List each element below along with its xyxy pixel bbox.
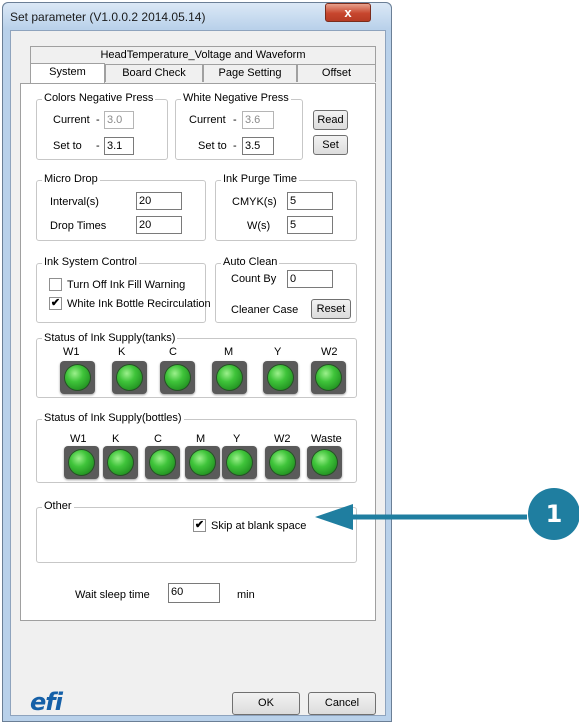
ok-button[interactable]: OK — [232, 692, 300, 715]
read-button[interactable]: Read — [313, 110, 348, 130]
colors-current-sep: - — [96, 114, 100, 126]
white-negative-press-title: White Negative Press — [181, 92, 291, 104]
tab-offset[interactable]: Offset — [297, 64, 376, 82]
bottle-label-waste: Waste — [311, 433, 342, 445]
tab-board-check[interactable]: Board Check — [105, 64, 203, 82]
bottle-label-k: K — [112, 433, 120, 445]
wait-sleep-time-field[interactable]: 60 — [168, 583, 220, 603]
colors-current-field: 3.0 — [104, 111, 134, 129]
other-title: Other — [42, 500, 74, 512]
bottle-label-y: Y — [233, 433, 241, 445]
drop-times-field[interactable]: 20 — [136, 216, 182, 234]
ink-system-control-title: Ink System Control — [42, 256, 139, 268]
tank-label-w2: W2 — [321, 346, 338, 358]
tank-status-led-c — [164, 364, 191, 391]
bottle-status-led-w1 — [68, 449, 95, 476]
bottle-status-led-c — [149, 449, 176, 476]
auto-clean-title: Auto Clean — [221, 256, 280, 268]
white-current-label: Current — [189, 114, 226, 126]
ink-supply-bottles-title: Status of Ink Supply(bottles) — [42, 412, 184, 424]
white-setto-sep: - — [233, 140, 237, 152]
count-by-label: Count By — [231, 273, 277, 285]
w-field[interactable]: 5 — [287, 216, 333, 234]
colors-setto-label: Set to — [53, 140, 82, 152]
bottle-label-c: C — [154, 433, 162, 445]
bottle-status-led-y — [226, 449, 253, 476]
wait-sleep-time-label: Wait sleep time — [75, 589, 150, 601]
bottle-label-w1: W1 — [70, 433, 87, 445]
fill-warning-checkbox[interactable] — [49, 278, 62, 291]
tab-head-temperature[interactable]: HeadTemperature_Voltage and Waveform — [30, 46, 376, 64]
w-label: W(s) — [247, 220, 271, 232]
cleaner-case-label: Cleaner Case — [231, 304, 299, 316]
skip-blank-space-checkbox[interactable]: ✔ — [193, 519, 206, 532]
set-button[interactable]: Set — [313, 135, 348, 155]
window-title: Set parameter (V1.0.0.2 2014.05.14) — [10, 10, 206, 24]
colors-setto-sep: - — [96, 140, 100, 152]
close-button[interactable]: x — [325, 3, 371, 22]
ink-supply-tanks-title: Status of Ink Supply(tanks) — [42, 332, 178, 344]
bottle-label-w2: W2 — [274, 433, 291, 445]
tank-status-led-m — [216, 364, 243, 391]
fill-warning-label: Turn Off Ink Fill Warning — [67, 279, 186, 291]
white-current-sep: - — [233, 114, 237, 126]
ink-purge-time-title: Ink Purge Time — [221, 173, 299, 185]
other-group — [36, 507, 357, 563]
bottle-status-led-w2 — [269, 449, 296, 476]
cancel-button[interactable]: Cancel — [308, 692, 376, 715]
skip-blank-space-label: Skip at blank space — [211, 520, 307, 532]
tank-label-m: M — [224, 346, 234, 358]
cmyk-field[interactable]: 5 — [287, 192, 333, 210]
count-by-field[interactable]: 0 — [287, 270, 333, 288]
tank-label-w1: W1 — [63, 346, 80, 358]
tank-label-c: C — [169, 346, 177, 358]
reset-button[interactable]: Reset — [311, 299, 351, 319]
drop-times-label: Drop Times — [50, 220, 107, 232]
colors-current-label: Current — [53, 114, 90, 126]
callout-arrow-icon — [315, 504, 527, 530]
bottle-status-led-waste — [311, 449, 338, 476]
recirculation-label: White Ink Bottle Recirculation — [67, 298, 211, 310]
ink-purge-time-group — [215, 180, 357, 241]
tank-label-y: Y — [274, 346, 282, 358]
tank-status-led-y — [267, 364, 294, 391]
white-current-field: 3.6 — [242, 111, 274, 129]
interval-field[interactable]: 20 — [136, 192, 182, 210]
efi-logo: efi — [30, 688, 63, 716]
tank-status-led-w2 — [315, 364, 342, 391]
cmyk-label: CMYK(s) — [232, 196, 277, 208]
bottle-label-m: M — [196, 433, 206, 445]
recirculation-checkbox[interactable]: ✔ — [49, 297, 62, 310]
white-setto-field[interactable]: 3.5 — [242, 137, 274, 155]
tank-status-led-k — [116, 364, 143, 391]
bottle-status-led-m — [189, 449, 216, 476]
colors-negative-press-title: Colors Negative Press — [42, 92, 156, 104]
tank-status-led-w1 — [64, 364, 91, 391]
bottle-status-led-k — [107, 449, 134, 476]
tank-label-k: K — [118, 346, 126, 358]
white-setto-label: Set to — [198, 140, 227, 152]
white-negative-press-group — [175, 99, 303, 160]
callout-number-badge: 1 — [528, 488, 579, 540]
ink-system-control-group — [36, 263, 206, 323]
tab-system[interactable]: System — [30, 63, 105, 83]
wait-sleep-time-unit: min — [237, 589, 255, 601]
tab-page-setting[interactable]: Page Setting — [203, 64, 297, 82]
micro-drop-title: Micro Drop — [42, 173, 100, 185]
colors-setto-field[interactable]: 3.1 — [104, 137, 134, 155]
interval-label: Interval(s) — [50, 196, 99, 208]
